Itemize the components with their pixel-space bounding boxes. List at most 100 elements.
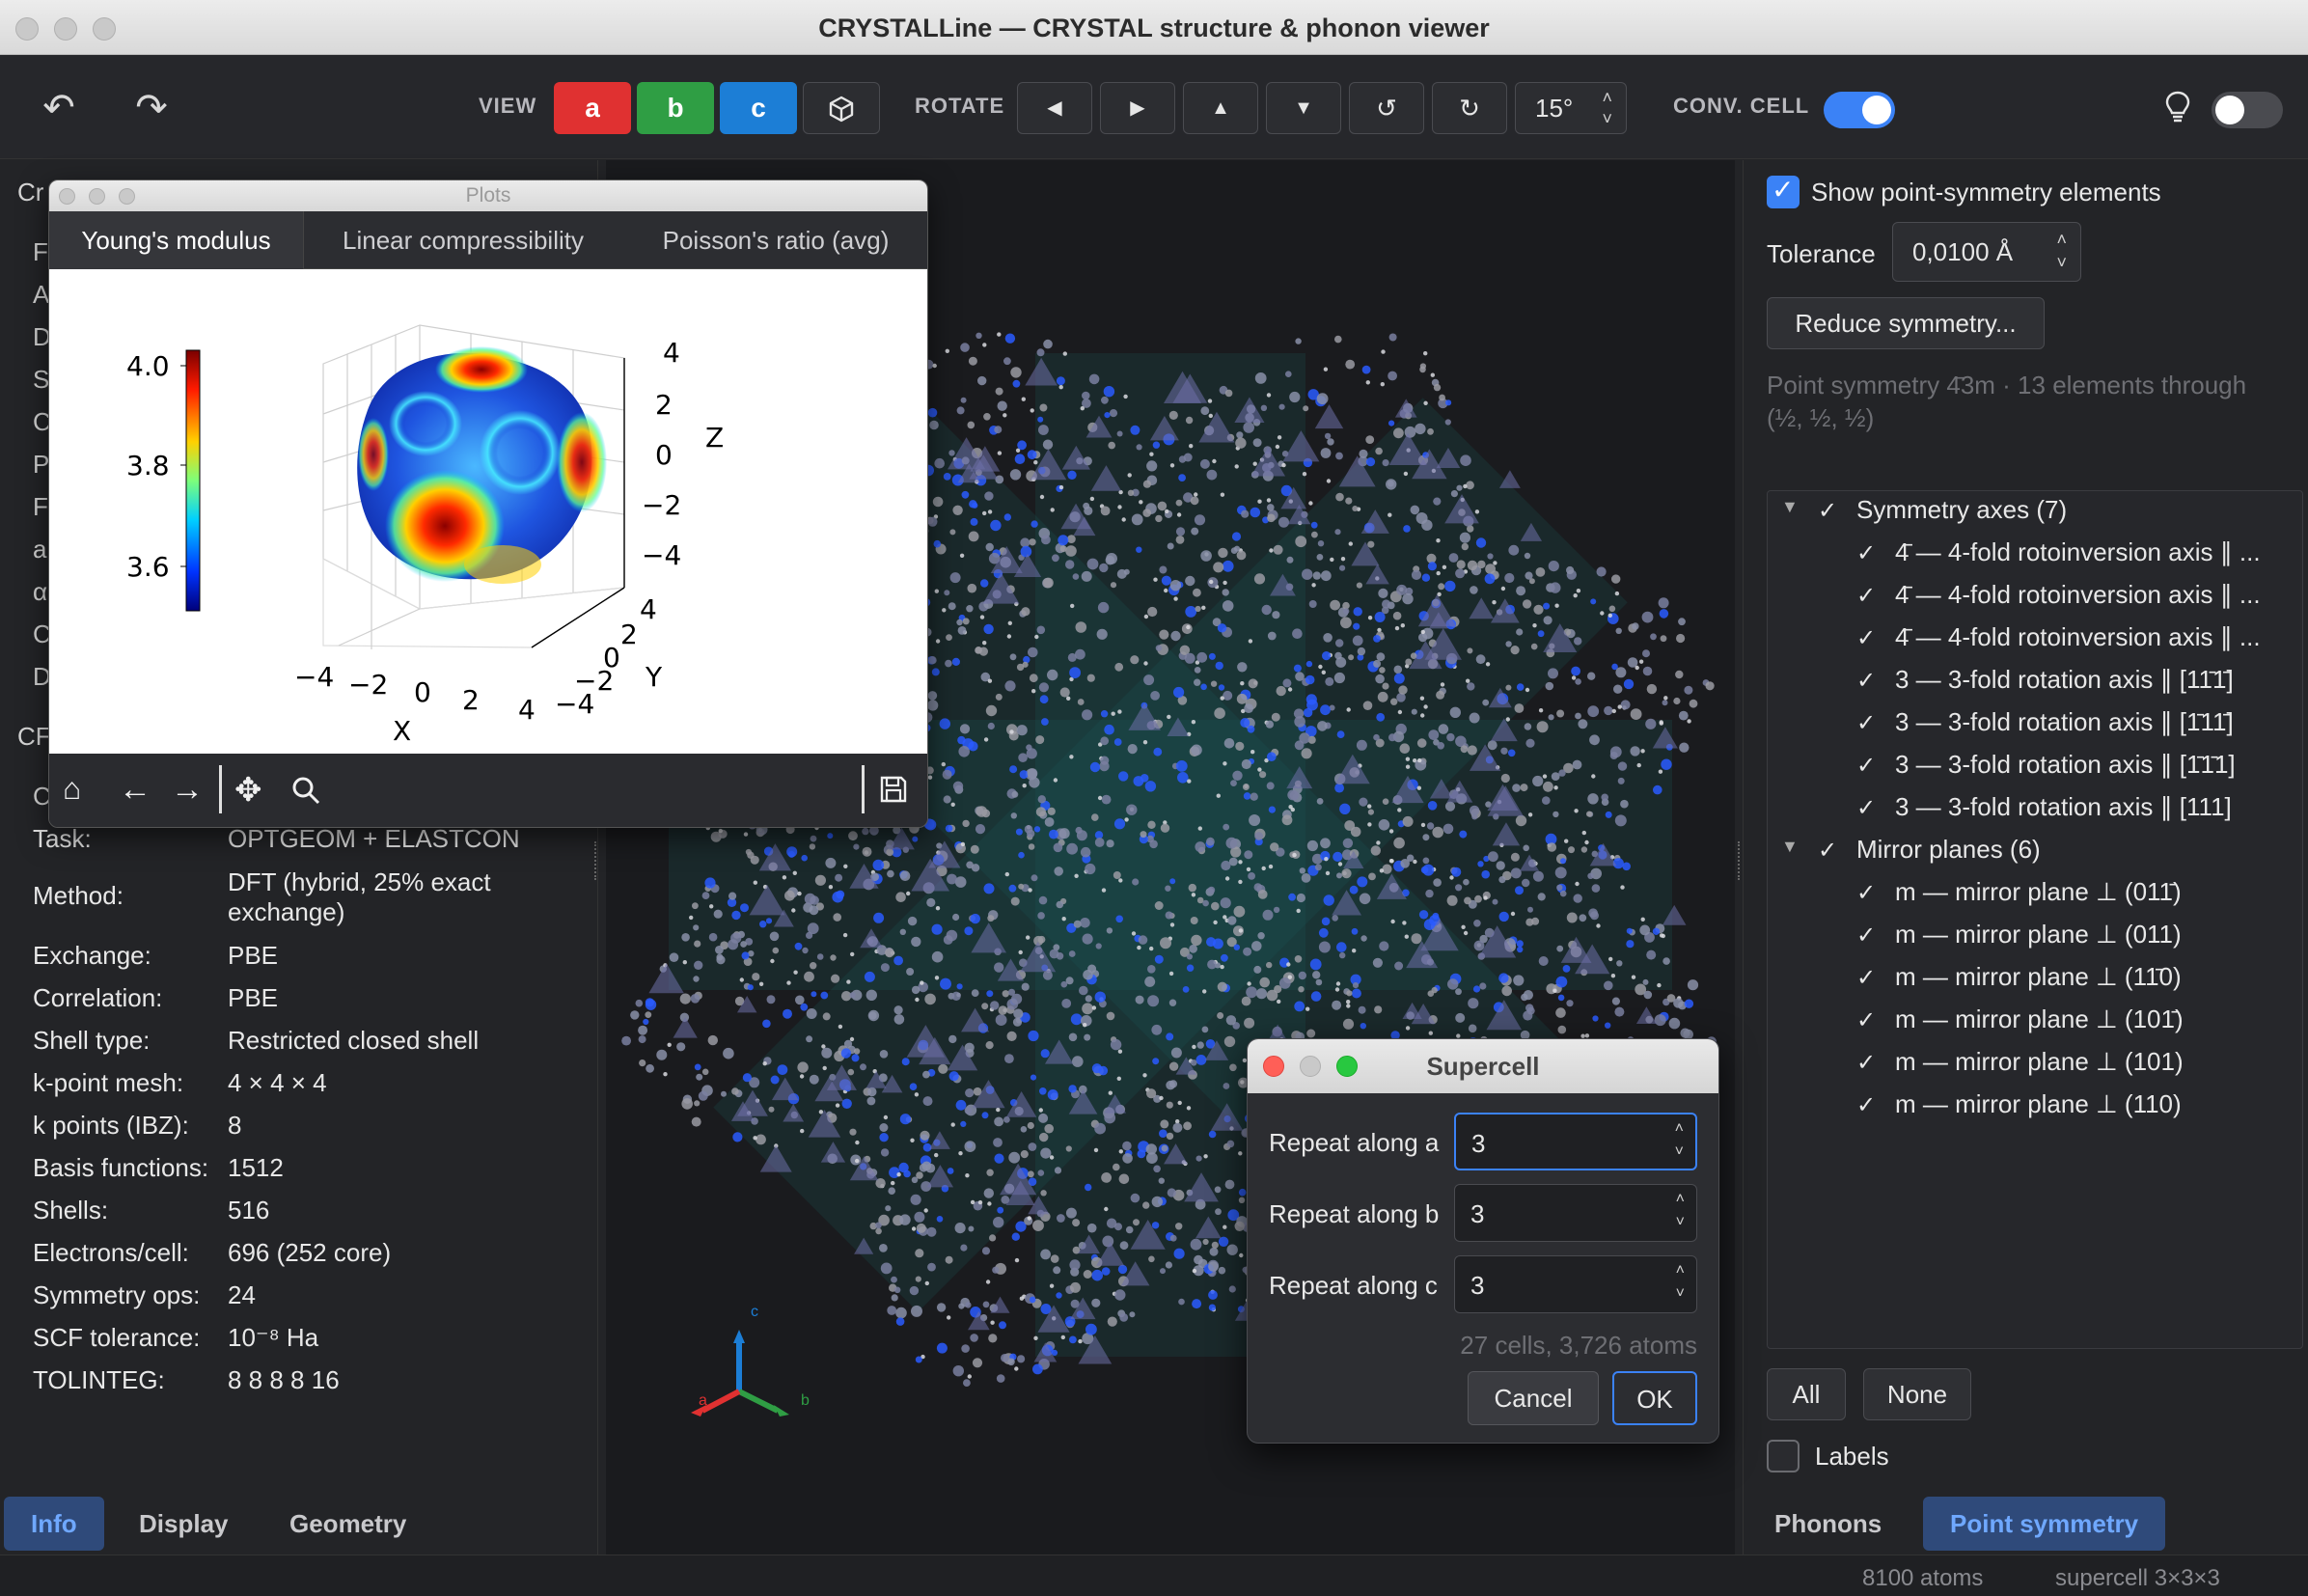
atom — [1243, 422, 1254, 433]
chevron-down-icon[interactable]: ˅ — [1675, 1143, 1684, 1161]
panel-resize-handle[interactable] — [1738, 841, 1742, 880]
tab-phonons[interactable]: Phonons — [1747, 1497, 1909, 1551]
atom — [1240, 681, 1245, 686]
check-icon[interactable]: ✓ — [1856, 794, 1876, 822]
plots-window[interactable]: Plots Young's modulus Linear compressibi… — [48, 179, 928, 828]
minimize-window-button[interactable] — [89, 188, 105, 205]
check-icon[interactable]: ✓ — [1818, 837, 1837, 865]
chevron-up-icon[interactable]: ˄ — [1675, 1120, 1684, 1138]
rotate-down-button[interactable]: ▼ — [1266, 82, 1341, 134]
cancel-button[interactable]: Cancel — [1468, 1371, 1599, 1425]
chevron-down-icon[interactable]: ˅ — [1676, 1214, 1685, 1231]
chevron-up-icon[interactable]: ˄ — [2056, 231, 2067, 248]
plot-canvas[interactable]: 4.0 3.8 3.6 4 2 0 −2 −4 Z 4 2 0 −2 −4 Y … — [49, 269, 927, 754]
zoom-icon[interactable] — [290, 771, 321, 814]
atom — [1254, 832, 1263, 840]
check-icon[interactable]: ✓ — [1856, 582, 1876, 610]
atom — [753, 880, 757, 885]
tab-point-symmetry[interactable]: Point symmetry — [1923, 1497, 2166, 1551]
minimize-window-button[interactable] — [1300, 1056, 1321, 1077]
light-mode-toggle[interactable] — [2212, 92, 2283, 128]
arrow-right-icon[interactable]: → — [171, 771, 204, 809]
atom — [1393, 673, 1405, 684]
tab-display[interactable]: Display — [112, 1497, 256, 1551]
atom — [927, 775, 933, 780]
rotate-step-stepper[interactable]: 15° ˄ ˅ — [1515, 82, 1627, 134]
atom — [1630, 708, 1642, 720]
atom — [1448, 553, 1459, 563]
tab-poissons-ratio[interactable]: Poisson's ratio (avg) — [622, 211, 927, 269]
chevron-down-icon[interactable]: ˅ — [1676, 1285, 1685, 1303]
rotate-up-button[interactable]: ▲ — [1183, 82, 1258, 134]
check-icon[interactable]: ✓ — [1856, 922, 1876, 949]
atom — [682, 960, 687, 965]
atom — [895, 1317, 905, 1326]
check-icon[interactable]: ✓ — [1856, 667, 1876, 695]
check-icon[interactable]: ✓ — [1856, 1091, 1876, 1119]
select-none-button[interactable]: None — [1863, 1368, 1971, 1420]
check-icon[interactable]: ✓ — [1856, 539, 1876, 567]
rotate-right-button[interactable]: ▶ — [1100, 82, 1175, 134]
check-icon[interactable]: ✓ — [1856, 709, 1876, 737]
chevron-up-icon[interactable]: ˄ — [1676, 1262, 1685, 1280]
repeat-a-stepper[interactable]: 3 ˄ ˅ — [1454, 1113, 1697, 1170]
atom — [1166, 1032, 1174, 1041]
repeat-c-stepper[interactable]: 3 ˄ ˅ — [1454, 1255, 1697, 1313]
check-icon[interactable]: ✓ — [1856, 1006, 1876, 1034]
atom — [1389, 859, 1394, 864]
check-icon[interactable]: ✓ — [1856, 879, 1876, 907]
repeat-b-stepper[interactable]: 3 ˄ ˅ — [1454, 1184, 1697, 1242]
view-a-button[interactable]: a — [554, 82, 631, 134]
view-c-button[interactable]: c — [720, 82, 797, 134]
tab-youngs-modulus[interactable]: Young's modulus — [49, 211, 304, 269]
tab-linear-compressibility[interactable]: Linear compressibility — [304, 211, 622, 269]
labels-checkbox[interactable] — [1767, 1440, 1800, 1472]
check-icon[interactable]: ✓ — [1856, 1049, 1876, 1077]
pan-icon[interactable]: ✥ — [234, 771, 262, 810]
check-icon[interactable]: ✓ — [1818, 497, 1837, 525]
rotate-cw-button[interactable]: ↻ — [1432, 82, 1507, 134]
zoom-window-button[interactable] — [119, 188, 135, 205]
chevron-down-icon[interactable]: ▼ — [1781, 837, 1799, 857]
atom — [1010, 896, 1020, 906]
repeat-b-value[interactable]: 3 — [1470, 1199, 1484, 1229]
chevron-down-icon[interactable]: ˅ — [1602, 110, 1612, 127]
reduce-symmetry-button[interactable]: Reduce symmetry... — [1767, 297, 2045, 349]
atom — [1316, 554, 1324, 561]
atom — [1110, 1038, 1122, 1051]
check-icon[interactable]: ✓ — [1856, 624, 1876, 652]
tab-geometry[interactable]: Geometry — [262, 1497, 433, 1551]
repeat-c-value[interactable]: 3 — [1470, 1271, 1484, 1301]
arrow-left-icon[interactable]: ← — [119, 771, 151, 809]
ok-button[interactable]: OK — [1612, 1371, 1697, 1425]
panel-resize-handle[interactable] — [594, 841, 598, 880]
rotate-left-button[interactable]: ◀ — [1017, 82, 1092, 134]
zoom-window-button[interactable] — [1336, 1056, 1358, 1077]
save-icon[interactable] — [879, 771, 908, 812]
home-icon[interactable]: ⌂ — [63, 771, 81, 807]
redo-icon[interactable]: ↷ — [127, 84, 176, 132]
undo-icon[interactable]: ↶ — [35, 84, 83, 132]
close-window-button[interactable] — [59, 188, 75, 205]
atom — [1193, 588, 1201, 597]
tolerance-stepper[interactable]: 0,0100 Å ˄ ˅ — [1892, 222, 2081, 282]
tab-info[interactable]: Info — [4, 1497, 104, 1551]
atom — [1515, 814, 1527, 827]
chevron-up-icon[interactable]: ˄ — [1676, 1191, 1685, 1208]
chevron-up-icon[interactable]: ˄ — [1602, 89, 1612, 106]
chevron-down-icon[interactable]: ▼ — [1781, 497, 1799, 517]
atom — [851, 1054, 860, 1062]
check-icon[interactable]: ✓ — [1856, 964, 1876, 992]
supercell-dialog[interactable]: Supercell Repeat along a 3 ˄ ˅ Repeat al… — [1247, 1038, 1719, 1444]
rotate-ccw-button[interactable]: ↺ — [1349, 82, 1424, 134]
chevron-down-icon[interactable]: ˅ — [2056, 254, 2067, 271]
repeat-a-value[interactable]: 3 — [1471, 1129, 1485, 1159]
close-window-button[interactable] — [1263, 1056, 1284, 1077]
view-3d-button[interactable] — [803, 82, 880, 134]
show-symmetry-checkbox[interactable] — [1767, 174, 1800, 208]
conv-cell-toggle[interactable] — [1824, 92, 1895, 128]
select-all-button[interactable]: All — [1767, 1368, 1846, 1420]
atom — [1235, 741, 1245, 752]
view-b-button[interactable]: b — [637, 82, 714, 134]
check-icon[interactable]: ✓ — [1856, 752, 1876, 780]
